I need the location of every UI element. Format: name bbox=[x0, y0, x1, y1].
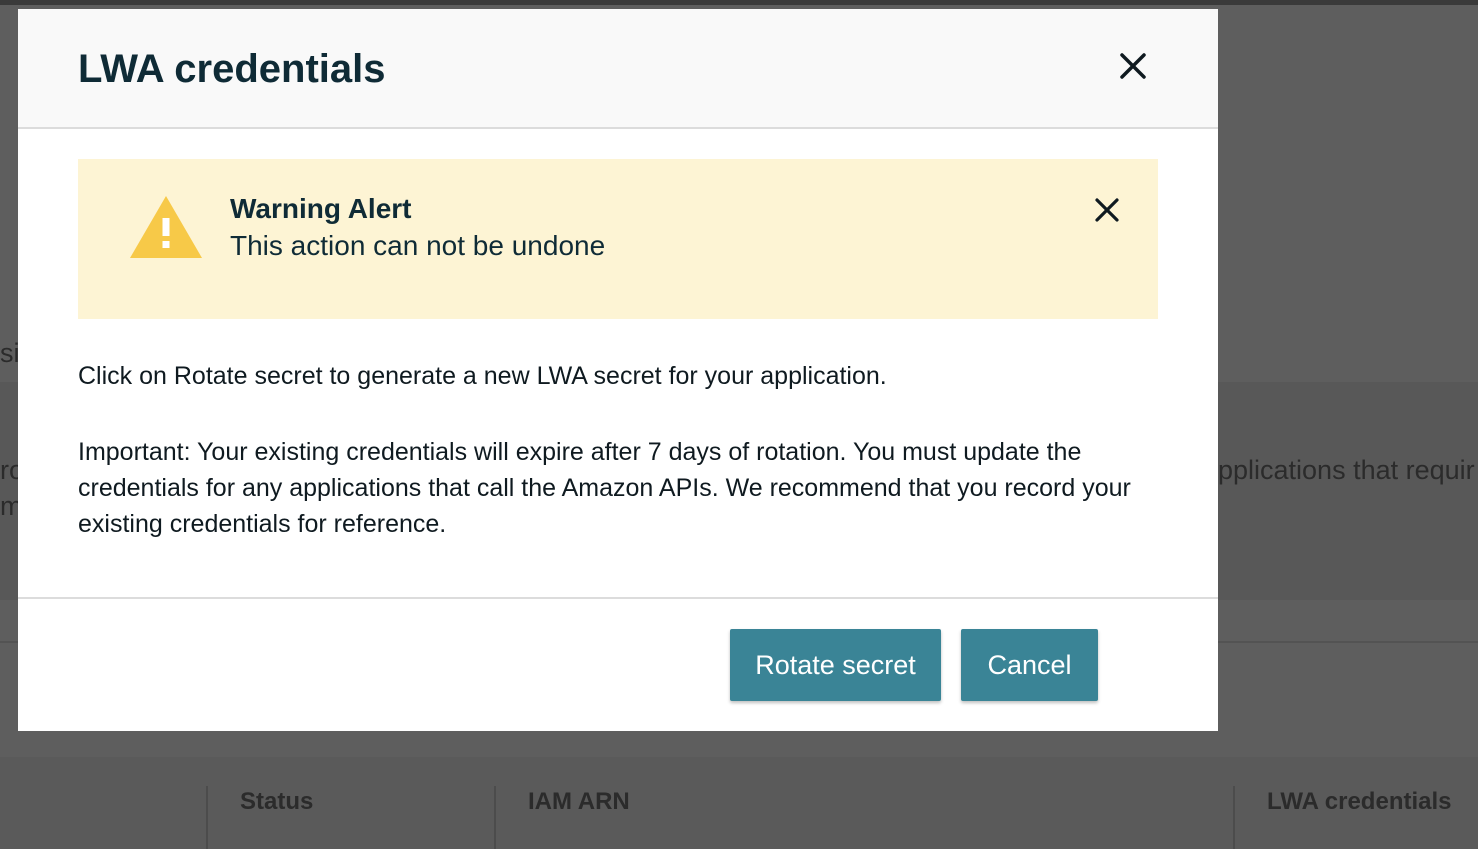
background-text-fragment: pplications that requir bbox=[1218, 455, 1475, 485]
table-column-divider bbox=[494, 786, 496, 849]
modal-footer-divider bbox=[18, 597, 1218, 599]
modal-important-note: Important: Your existing credentials wil… bbox=[78, 438, 1131, 538]
table-header-iam-arn: IAM ARN bbox=[528, 788, 630, 815]
modal-header: LWA credentials bbox=[18, 9, 1218, 129]
cancel-button[interactable]: Cancel bbox=[961, 629, 1098, 701]
table-column-divider bbox=[206, 786, 208, 849]
background-top-bar bbox=[0, 0, 1478, 5]
alert-title: Warning Alert bbox=[230, 193, 412, 224]
close-icon bbox=[1095, 198, 1119, 222]
warning-alert: Warning Alert This action can not be und… bbox=[78, 159, 1158, 319]
background-table-header bbox=[0, 757, 1478, 849]
warning-triangle-icon bbox=[130, 196, 202, 258]
modal-description: Click on Rotate secret to generate a new… bbox=[78, 362, 887, 390]
modal-close-button[interactable] bbox=[1114, 47, 1152, 85]
close-icon bbox=[1120, 53, 1146, 79]
alert-dismiss-button[interactable] bbox=[1092, 195, 1122, 225]
table-column-divider bbox=[1233, 786, 1235, 849]
modal-title: LWA credentials bbox=[78, 47, 386, 91]
background-text-fragment: si bbox=[0, 338, 20, 368]
alert-message: This action can not be undone bbox=[230, 230, 606, 261]
table-header-status: Status bbox=[240, 788, 314, 815]
rotate-secret-button[interactable]: Rotate secret bbox=[730, 629, 941, 701]
lwa-credentials-modal: LWA credentials Warning Alert This actio… bbox=[18, 9, 1218, 731]
table-header-lwa-credentials: LWA credentials bbox=[1267, 788, 1452, 815]
